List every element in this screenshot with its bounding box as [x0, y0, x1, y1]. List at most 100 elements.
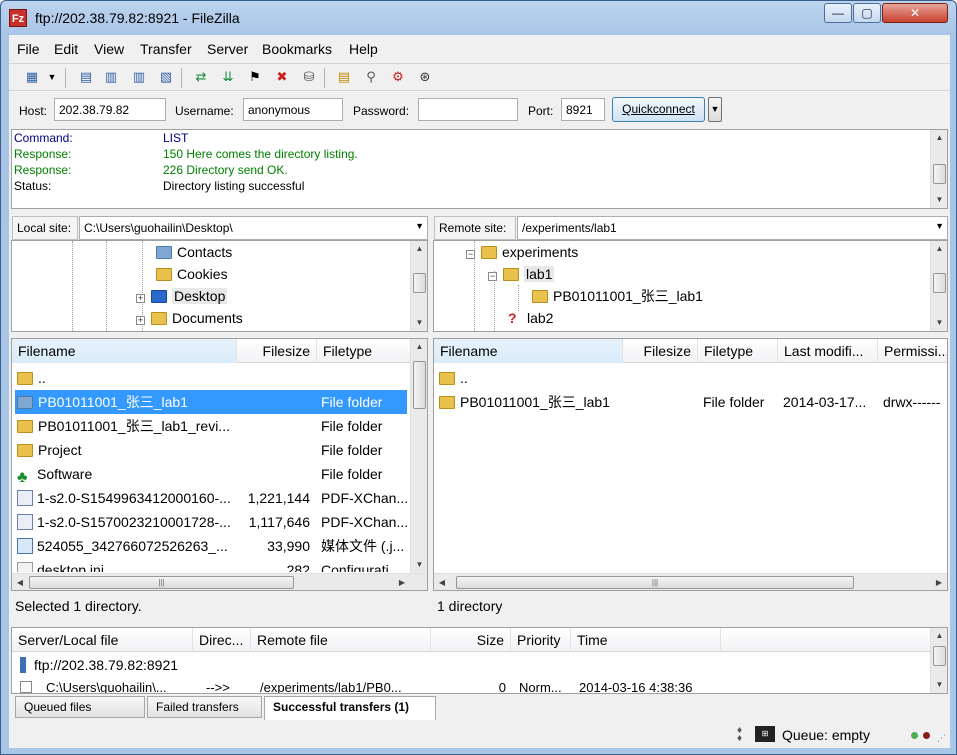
- toggle-queue-icon[interactable]: ▧: [157, 68, 175, 86]
- scroll-down-icon[interactable]: ▼: [411, 315, 427, 331]
- log-scrollbar[interactable]: ▲ ▼: [930, 130, 947, 208]
- scroll-up-icon[interactable]: ▲: [931, 130, 947, 146]
- queue-scrollbar[interactable]: ▲ ▼: [930, 628, 947, 693]
- site-manager-icon[interactable]: ▦: [23, 68, 41, 86]
- chevron-down-icon[interactable]: ▼: [415, 221, 424, 231]
- refresh-icon[interactable]: ⇄: [192, 68, 210, 86]
- synchronized-browsing-icon[interactable]: ⚲: [362, 68, 380, 86]
- chevron-down-icon[interactable]: ▼: [935, 221, 944, 231]
- toggle-remote-tree-icon[interactable]: ▥: [130, 68, 148, 86]
- column-filename[interactable]: Filename: [12, 339, 237, 363]
- file-row[interactable]: 524055_342766072526263_... 33,990 媒体文件 (.j…: [12, 534, 407, 558]
- column-filetype[interactable]: Filetype: [698, 339, 778, 363]
- directory-listing-filters-icon[interactable]: ▤: [335, 68, 353, 86]
- scroll-right-icon[interactable]: ▶: [931, 574, 947, 590]
- remote-tree-scrollbar[interactable]: ▲ ▼: [930, 241, 947, 331]
- tree-item-contacts[interactable]: Contacts: [156, 241, 232, 263]
- column-time[interactable]: Time: [571, 628, 721, 652]
- quickconnect-button[interactable]: Quickconnect: [612, 97, 705, 122]
- tree-item-lab1[interactable]: − lab1: [488, 263, 555, 285]
- password-input[interactable]: [418, 98, 518, 121]
- file-row[interactable]: ♣ Software File folder: [12, 462, 407, 486]
- local-list-hscrollbar[interactable]: ◀ ||| ▶: [12, 573, 427, 590]
- column-filetype[interactable]: Filetype: [317, 339, 412, 363]
- minimize-button[interactable]: —: [824, 3, 852, 23]
- quickconnect-history-dropdown[interactable]: ▼: [708, 97, 722, 122]
- close-button[interactable]: ✕: [882, 3, 948, 23]
- remote-site-path-combo[interactable]: /experiments/lab1 ▼: [517, 216, 948, 240]
- reconnect-icon[interactable]: ⛁: [300, 68, 318, 86]
- resize-grip-icon[interactable]: ⋰: [937, 733, 946, 744]
- scroll-down-icon[interactable]: ▼: [411, 557, 427, 573]
- file-row[interactable]: PB01011001_张三_lab1 File folder 2014-03-17.…: [434, 390, 947, 414]
- column-remote-file[interactable]: Remote file: [251, 628, 431, 652]
- scroll-down-icon[interactable]: ▼: [931, 677, 947, 693]
- tab-queued-files[interactable]: Queued files: [15, 696, 145, 718]
- scrollbar-thumb[interactable]: [933, 646, 946, 666]
- column-last-modified[interactable]: Last modifi...: [778, 339, 878, 363]
- tree-item-desktop[interactable]: + Desktop: [136, 285, 228, 307]
- toggle-local-tree-icon[interactable]: ▥: [102, 68, 120, 86]
- maximize-button[interactable]: ▢: [853, 3, 881, 23]
- scrollbar-thumb[interactable]: [413, 273, 426, 293]
- column-direction[interactable]: Direc...: [193, 628, 251, 652]
- site-manager-dropdown-icon[interactable]: ▼: [43, 68, 61, 86]
- tree-item-cookies[interactable]: Cookies: [156, 263, 228, 285]
- search-remote-files-icon[interactable]: ⊛: [416, 68, 434, 86]
- expand-icon[interactable]: +: [136, 294, 145, 303]
- scroll-right-icon[interactable]: ▶: [394, 574, 410, 590]
- file-row[interactable]: 1-s2.0-S1570023210001728-... 1,117,646 PDF…: [12, 510, 407, 534]
- disconnect-icon[interactable]: ✖: [273, 68, 291, 86]
- process-queue-icon[interactable]: ⇊: [219, 68, 237, 86]
- menu-view[interactable]: View: [94, 41, 124, 57]
- directory-comparison-icon[interactable]: ⚙: [389, 68, 407, 86]
- local-list-scrollbar[interactable]: ▲ ▼: [410, 339, 427, 573]
- file-row[interactable]: desktop.ini 282 Configurati...: [12, 558, 407, 572]
- scroll-down-icon[interactable]: ▼: [931, 315, 947, 331]
- column-permissions[interactable]: Permissi...: [878, 339, 947, 363]
- scrollbar-thumb[interactable]: |||: [456, 576, 854, 589]
- menu-server[interactable]: Server: [207, 41, 248, 57]
- scroll-up-icon[interactable]: ▲: [411, 241, 427, 257]
- collapse-icon[interactable]: −: [466, 250, 475, 259]
- file-row-selected[interactable]: PB01011001_张三_lab1 File folder: [15, 390, 407, 414]
- port-input[interactable]: [561, 98, 605, 121]
- tab-failed-transfers[interactable]: Failed transfers: [147, 696, 262, 718]
- local-tree-scrollbar[interactable]: ▲ ▼: [410, 241, 427, 331]
- scrollbar-thumb[interactable]: [413, 361, 426, 409]
- scroll-up-icon[interactable]: ▲: [931, 241, 947, 257]
- scroll-left-icon[interactable]: ◀: [434, 574, 450, 590]
- column-filesize[interactable]: Filesize: [623, 339, 698, 363]
- menu-file[interactable]: File: [17, 41, 40, 57]
- tab-successful-transfers[interactable]: Successful transfers (1): [264, 696, 436, 720]
- tree-item-documents[interactable]: + Documents: [136, 307, 243, 329]
- column-filesize[interactable]: Filesize: [237, 339, 317, 363]
- file-row[interactable]: Project File folder: [12, 438, 407, 462]
- file-row[interactable]: ..: [434, 366, 947, 390]
- scrollbar-thumb[interactable]: [933, 273, 946, 293]
- remote-list-hscrollbar[interactable]: ◀ ||| ▶: [434, 573, 947, 590]
- local-site-path-combo[interactable]: C:\Users\guohailin\Desktop\ ▼: [79, 216, 428, 240]
- scroll-up-icon[interactable]: ▲: [411, 339, 427, 355]
- tree-item-experiments[interactable]: − experiments: [466, 241, 578, 263]
- column-server-local-file[interactable]: Server/Local file: [12, 628, 193, 652]
- collapse-icon[interactable]: −: [488, 272, 497, 281]
- cancel-operation-icon[interactable]: ⚑: [246, 68, 264, 86]
- file-row[interactable]: ..: [12, 366, 407, 390]
- username-input[interactable]: [243, 98, 343, 121]
- toggle-message-log-icon[interactable]: ▤: [77, 68, 95, 86]
- tree-item-pb01011001-lab1[interactable]: PB01011001_张三_lab1: [532, 285, 703, 307]
- tree-item-lab2[interactable]: ? lab2: [508, 307, 553, 329]
- menu-edit[interactable]: Edit: [54, 41, 78, 57]
- scroll-left-icon[interactable]: ◀: [12, 574, 28, 590]
- menu-transfer[interactable]: Transfer: [140, 41, 192, 57]
- scrollbar-thumb[interactable]: |||: [29, 576, 294, 589]
- file-row[interactable]: 1-s2.0-S1549963412000160-... 1,221,144 PDF…: [12, 486, 407, 510]
- scrollbar-thumb[interactable]: [933, 164, 946, 184]
- column-priority[interactable]: Priority: [511, 628, 571, 652]
- expand-icon[interactable]: +: [136, 316, 145, 325]
- queue-file-row[interactable]: C:\Users\guohailin\... -->> /experiments…: [12, 676, 932, 693]
- scroll-down-icon[interactable]: ▼: [931, 192, 947, 208]
- menu-help[interactable]: Help: [349, 41, 378, 57]
- column-filename[interactable]: Filename: [434, 339, 623, 363]
